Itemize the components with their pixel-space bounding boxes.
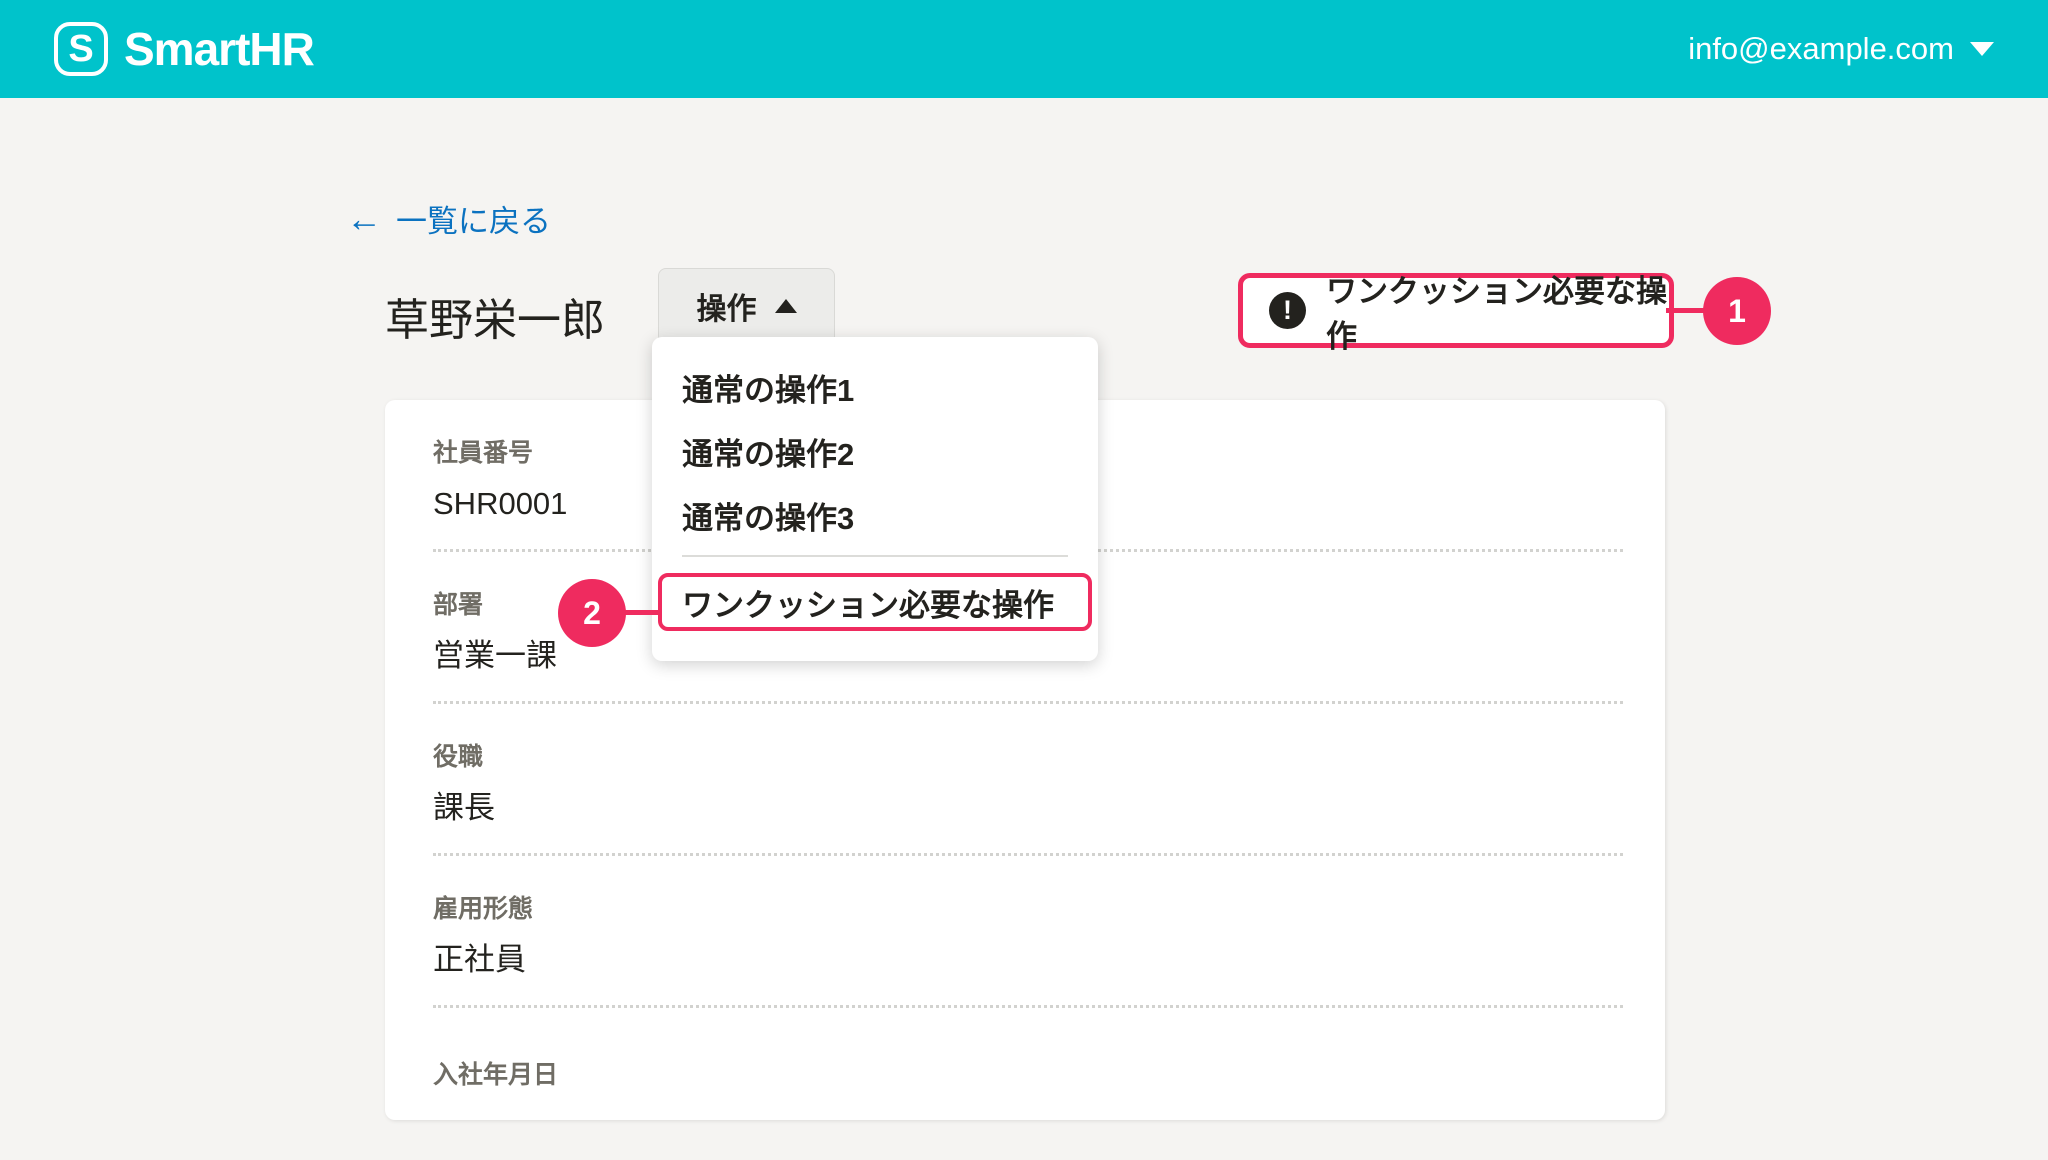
callout1-target-box: ! ワンクッション必要な操作 bbox=[1238, 273, 1674, 354]
page-title: 草野栄一郎 bbox=[385, 296, 605, 345]
menu-item-normal-2[interactable]: 通常の操作2 bbox=[652, 419, 1098, 483]
field-value: 正社員 bbox=[433, 942, 526, 977]
smarthr-logo-icon: S bbox=[54, 22, 108, 76]
chevron-down-icon bbox=[1970, 42, 1994, 56]
back-arrow-icon: ← bbox=[346, 197, 382, 239]
callout2-connector-line bbox=[620, 610, 662, 615]
callout1-connector-line bbox=[1666, 308, 1708, 313]
screen: S SmartHR info@example.com ← 一覧に戻る 草野栄一郎… bbox=[0, 0, 2048, 1120]
field-label: 役職 bbox=[433, 743, 484, 771]
field-row-hire-date: 入社年月日 bbox=[385, 1008, 1665, 1160]
account-menu[interactable]: info@example.com bbox=[1688, 31, 1994, 67]
brand-name: SmartHR bbox=[124, 23, 315, 75]
action-dropdown-menu: 通常の操作1 通常の操作2 通常の操作3 ワンクッション必要な操作 bbox=[652, 337, 1098, 661]
field-label: 入社年月日 bbox=[433, 1061, 559, 1089]
action-dropdown-button[interactable]: 操作 bbox=[658, 268, 835, 344]
menu-item-normal-1[interactable]: 通常の操作1 bbox=[652, 355, 1098, 419]
account-email: info@example.com bbox=[1688, 31, 1954, 66]
exclamation-circle-icon: ! bbox=[1269, 292, 1306, 329]
menu-item-normal-3[interactable]: 通常の操作3 bbox=[652, 483, 1098, 547]
back-to-list-link[interactable]: ← 一覧に戻る bbox=[346, 196, 551, 241]
action-button-label: 操作 bbox=[696, 293, 757, 326]
callout1-number-badge: 1 bbox=[1703, 277, 1771, 345]
callout2-number-badge: 2 bbox=[558, 579, 626, 647]
field-label: 雇用形態 bbox=[433, 895, 534, 923]
menu-divider bbox=[682, 555, 1068, 557]
menu-item-confirmation-required[interactable]: ワンクッション必要な操作 bbox=[658, 573, 1092, 631]
app-header: S SmartHR info@example.com bbox=[0, 0, 2048, 98]
field-row-employment-type: 雇用形態 正社員 bbox=[385, 856, 1665, 1008]
field-value: 課長 bbox=[433, 790, 495, 825]
back-link-label: 一覧に戻る bbox=[396, 204, 551, 239]
field-row-position: 役職 課長 bbox=[385, 704, 1665, 856]
chevron-up-icon bbox=[774, 299, 797, 313]
smarthr-logo[interactable]: S SmartHR bbox=[54, 22, 315, 76]
callout1-label: ワンクッション必要な操作 bbox=[1326, 273, 1667, 354]
